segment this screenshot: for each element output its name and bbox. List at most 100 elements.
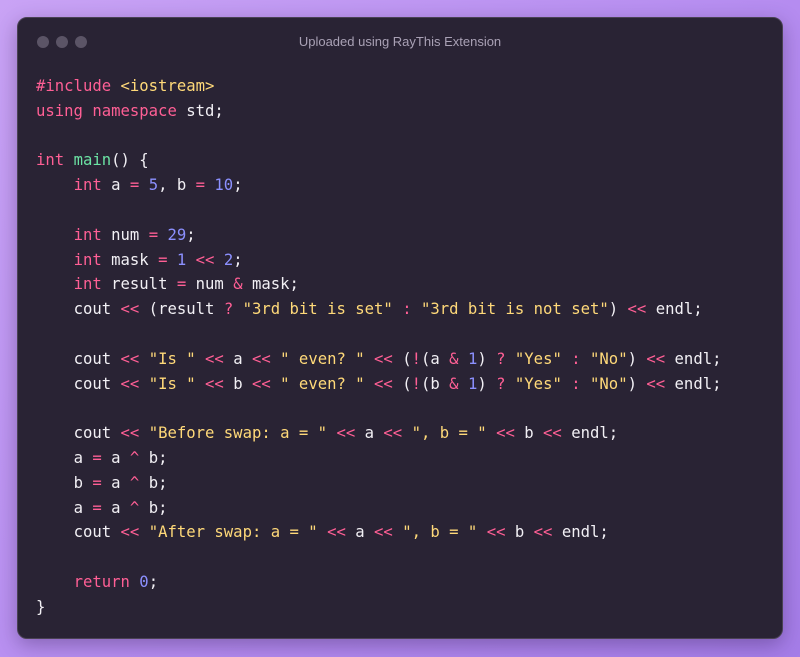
code-line: b = a ^ b;	[36, 471, 722, 496]
code-token: 5	[148, 176, 159, 195]
code-token: &	[449, 374, 459, 393]
code-line: return 0;	[36, 570, 722, 595]
code-token: 1	[467, 374, 478, 393]
code-token: ;	[608, 424, 619, 443]
code-token: ^	[129, 498, 140, 517]
code-line: cout << "After swap: a = " << a << ", b …	[36, 520, 722, 545]
code-token: ;	[693, 300, 703, 319]
code-block: #include <iostream> using namespace std; …	[36, 74, 722, 620]
code-token: endl	[655, 300, 694, 319]
code-token: result	[111, 275, 168, 294]
code-token: 2	[223, 250, 234, 269]
code-token: using	[36, 101, 83, 120]
code-token: cout	[73, 374, 112, 393]
code-token: :	[402, 300, 412, 319]
code-token: b	[73, 473, 83, 492]
code-token: int	[73, 225, 102, 244]
code-token: "3rd bit is set"	[242, 300, 393, 319]
code-token: <<	[374, 349, 393, 368]
code-token: =	[92, 448, 102, 467]
code-token: =	[92, 473, 102, 492]
code-token: ?	[496, 349, 506, 368]
code-token: cout	[73, 300, 112, 319]
code-token: "3rd bit is not set"	[420, 300, 609, 319]
code-token: int	[73, 250, 102, 269]
code-token: =	[148, 225, 159, 244]
code-token: <iostream>	[120, 77, 215, 95]
code-token: 10	[214, 176, 234, 195]
code-token: ;	[148, 572, 159, 591]
code-token: a	[430, 349, 440, 368]
code-token: 1	[467, 349, 478, 368]
code-token: ", b = "	[402, 523, 478, 542]
code-line: int result = num & mask;	[36, 272, 722, 297]
code-token: ;	[186, 225, 196, 244]
code-token: ?	[223, 300, 234, 319]
code-token: (	[392, 349, 412, 368]
code-token: b	[176, 176, 187, 195]
code-token: :	[571, 349, 581, 368]
code-token: <<	[374, 523, 393, 542]
window-title: Uploaded using RayThis Extension	[298, 34, 502, 49]
code-token: "No"	[590, 349, 628, 368]
code-token: <<	[496, 424, 515, 443]
code-token: cout	[73, 424, 112, 443]
code-token: b	[148, 448, 159, 467]
code-token: )	[627, 349, 647, 368]
code-token: endl	[674, 374, 713, 393]
code-line: using namespace std;	[36, 99, 722, 124]
code-token: int	[73, 176, 102, 195]
code-token: "No"	[590, 374, 628, 393]
code-token: "Yes"	[514, 374, 562, 393]
code-token: <<	[383, 424, 403, 443]
code-token: int	[36, 151, 65, 170]
code-token: main	[73, 151, 112, 170]
code-token: <<	[646, 374, 666, 393]
code-token: " even? "	[280, 374, 365, 393]
code-token: <<	[120, 424, 140, 443]
code-token: <<	[486, 523, 506, 542]
code-token: num	[195, 275, 224, 294]
code-token: (	[421, 374, 431, 393]
code-token: mask	[251, 275, 290, 294]
window-titlebar: Uploaded using RayThis Extension	[18, 18, 782, 64]
code-token: a	[364, 424, 375, 443]
code-line: }	[36, 595, 722, 620]
